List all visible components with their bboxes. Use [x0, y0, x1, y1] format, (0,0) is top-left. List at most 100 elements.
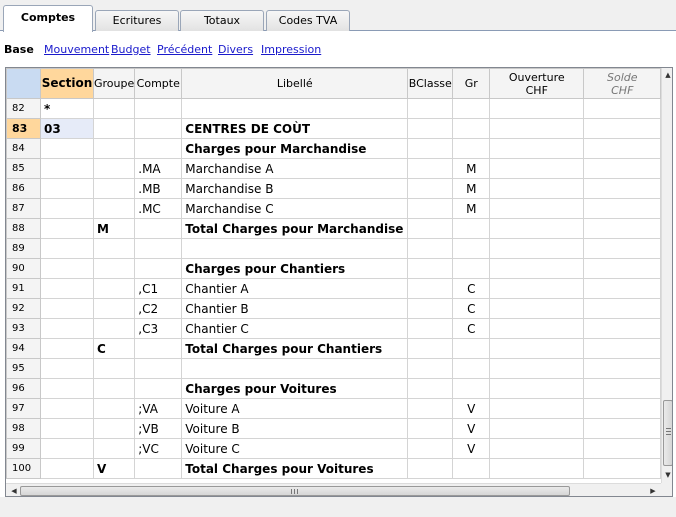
cell-solde[interactable] [583, 258, 662, 279]
cell-gr[interactable] [452, 238, 491, 259]
cell-compte[interactable] [134, 458, 183, 479]
cell-ouverture[interactable] [489, 438, 585, 459]
cell-solde[interactable] [583, 178, 662, 199]
cell-ouverture[interactable] [489, 278, 585, 299]
column-header-libelle[interactable]: Libellé [181, 68, 409, 99]
cell-bclasse[interactable] [407, 218, 454, 239]
cell-groupe[interactable] [92, 178, 136, 199]
cell-ouverture[interactable] [489, 318, 585, 339]
cell-compte[interactable] [134, 138, 183, 159]
cell-bclasse[interactable] [407, 118, 454, 139]
cell-solde[interactable] [583, 98, 662, 119]
view-precedent-link[interactable]: Précédent [157, 43, 212, 56]
cell-bclasse[interactable] [407, 198, 454, 219]
table-row[interactable]: 87 .MC Marchandise C M [6, 198, 662, 219]
cell-gr[interactable]: M [452, 198, 491, 219]
table-row[interactable]: 100 V Total Charges pour Voitures [6, 458, 662, 479]
cell-section[interactable] [40, 258, 94, 279]
table-row[interactable]: 86 .MB Marchandise B M [6, 178, 662, 199]
table-row[interactable]: 84 Charges pour Marchandise [6, 138, 662, 159]
table-row[interactable]: 96 Charges pour Voitures [6, 378, 662, 399]
cell-section[interactable] [40, 198, 94, 219]
cell-section[interactable] [40, 318, 94, 339]
table-row[interactable]: 91 ,C1 Chantier A C [6, 278, 662, 299]
column-header-solde[interactable]: Solde CHF [583, 68, 662, 99]
cell-groupe[interactable]: V [92, 458, 136, 479]
cell-libelle[interactable]: Marchandise C [181, 198, 409, 219]
cell-groupe[interactable] [92, 258, 136, 279]
cell-libelle[interactable]: Chantier A [181, 278, 409, 299]
cell-section[interactable] [40, 178, 94, 199]
column-header-gr[interactable]: Gr [452, 68, 491, 99]
cell-solde[interactable] [583, 278, 662, 299]
cell-groupe[interactable] [92, 418, 136, 439]
cell-ouverture[interactable] [489, 338, 585, 359]
cell-ouverture[interactable] [489, 178, 585, 199]
row-number[interactable]: 97 [6, 398, 41, 419]
cell-groupe[interactable] [92, 378, 136, 399]
cell-compte[interactable]: ;VA [134, 398, 183, 419]
cell-groupe[interactable] [92, 318, 136, 339]
cell-libelle[interactable]: Voiture C [181, 438, 409, 459]
scroll-right-arrow-icon[interactable]: ▶ [646, 484, 660, 496]
row-number[interactable]: 88 [6, 218, 41, 239]
cell-section[interactable] [40, 438, 94, 459]
row-number[interactable]: 84 [6, 138, 41, 159]
cell-section[interactable] [40, 218, 94, 239]
cell-groupe[interactable] [92, 358, 136, 379]
cell-gr[interactable]: C [452, 278, 491, 299]
row-number[interactable]: 94 [6, 338, 41, 359]
cell-groupe[interactable] [92, 278, 136, 299]
cell-section[interactable] [40, 338, 94, 359]
column-header-section[interactable]: Section [40, 68, 94, 99]
cell-gr[interactable]: M [452, 158, 491, 179]
cell-compte[interactable]: ;VB [134, 418, 183, 439]
cell-libelle[interactable]: Charges pour Voitures [181, 378, 409, 399]
cell-section[interactable] [40, 398, 94, 419]
cell-groupe[interactable] [92, 438, 136, 459]
cell-gr[interactable] [452, 98, 491, 119]
view-base[interactable]: Base [4, 43, 34, 56]
cell-gr[interactable] [452, 118, 491, 139]
cell-compte[interactable] [134, 238, 183, 259]
cell-bclasse[interactable] [407, 258, 454, 279]
cell-groupe[interactable] [92, 98, 136, 119]
cell-compte[interactable] [134, 218, 183, 239]
cell-solde[interactable] [583, 458, 662, 479]
cell-gr[interactable] [452, 458, 491, 479]
table-row[interactable]: 95 [6, 358, 662, 379]
horizontal-scrollbar[interactable]: ◀ ▶ [6, 483, 661, 496]
cell-gr[interactable] [452, 138, 491, 159]
view-budget-link[interactable]: Budget [111, 43, 151, 56]
row-number[interactable]: 100 [6, 458, 41, 479]
row-number[interactable]: 95 [6, 358, 41, 379]
row-number[interactable]: 91 [6, 278, 41, 299]
cell-libelle[interactable]: Marchandise A [181, 158, 409, 179]
cell-section[interactable] [40, 238, 94, 259]
cell-ouverture[interactable] [489, 458, 585, 479]
cell-gr[interactable] [452, 338, 491, 359]
cell-ouverture[interactable] [489, 358, 585, 379]
column-header-bclasse[interactable]: BClasse [407, 68, 454, 99]
cell-compte[interactable]: .MC [134, 198, 183, 219]
row-number[interactable]: 99 [6, 438, 41, 459]
cell-bclasse[interactable] [407, 438, 454, 459]
table-row[interactable]: 94 C Total Charges pour Chantiers [6, 338, 662, 359]
row-number[interactable]: 92 [6, 298, 41, 319]
cell-ouverture[interactable] [489, 298, 585, 319]
cell-groupe[interactable] [92, 398, 136, 419]
view-impression-link[interactable]: Impression [261, 43, 321, 56]
table-row[interactable]: 83 03 CENTRES DE COÙT [6, 118, 662, 139]
cell-section[interactable] [40, 358, 94, 379]
cell-compte[interactable]: ,C2 [134, 298, 183, 319]
cell-section[interactable] [40, 418, 94, 439]
table-row[interactable]: 89 [6, 238, 662, 259]
tab-ecritures[interactable]: Ecritures [95, 10, 179, 31]
cell-groupe[interactable] [92, 138, 136, 159]
cell-libelle[interactable]: Marchandise B [181, 178, 409, 199]
cell-ouverture[interactable] [489, 198, 585, 219]
row-number[interactable]: 98 [6, 418, 41, 439]
cell-section[interactable] [40, 278, 94, 299]
table-row[interactable]: 93 ,C3 Chantier C C [6, 318, 662, 339]
cell-bclasse[interactable] [407, 238, 454, 259]
